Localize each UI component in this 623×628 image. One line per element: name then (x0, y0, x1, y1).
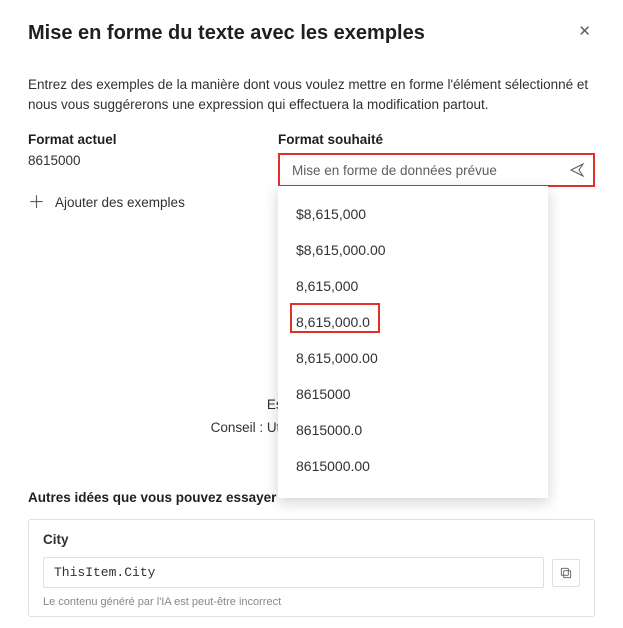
suggestion-item[interactable]: $8,615,000.00 (278, 232, 548, 268)
suggestion-item[interactable]: 8,615,000 (278, 268, 548, 304)
suggestion-item[interactable]: $8,615,000 (278, 196, 548, 232)
suggestion-item[interactable]: 8,615,000.00 (278, 340, 548, 376)
idea-card: City ThisItem.City Le contenu généré par… (28, 519, 595, 617)
plus-icon: ＋ (28, 194, 45, 211)
current-format-column: Format actuel 8615000 ＋ Ajouter des exem… (28, 132, 278, 215)
desired-format-column: Format souhaité $8,615,000 $8,615,000.00… (278, 132, 595, 215)
desired-format-input-wrap (278, 153, 595, 187)
format-columns: Format actuel 8615000 ＋ Ajouter des exem… (28, 132, 595, 215)
ai-disclaimer: Le contenu généré par l'IA est peut-être… (43, 596, 580, 608)
desired-format-label: Format souhaité (278, 132, 595, 147)
idea-card-label: City (43, 532, 580, 547)
desired-format-input[interactable] (290, 162, 569, 179)
send-icon[interactable] (569, 162, 585, 178)
dialog-title: Mise en forme du texte avec les exemples (28, 22, 425, 45)
idea-expression[interactable]: ThisItem.City (43, 557, 544, 588)
add-examples-label: Ajouter des exemples (55, 195, 185, 210)
current-format-label: Format actuel (28, 132, 278, 147)
format-text-dialog: Mise en forme du texte avec les exemples… (0, 0, 623, 215)
other-ideas-section: Autres idées que vous pouvez essayer Cit… (28, 490, 595, 617)
current-format-value: 8615000 (28, 153, 278, 168)
suggestion-item[interactable]: 8615000.00 (278, 448, 548, 484)
dialog-instruction: Entrez des exemples de la manière dont v… (28, 75, 595, 114)
format-suggestions-dropdown: $8,615,000 $8,615,000.00 8,615,000 8,615… (278, 186, 548, 498)
add-examples-button[interactable]: ＋ Ajouter des exemples (28, 190, 278, 215)
dialog-header: Mise en forme du texte avec les exemples… (28, 22, 595, 45)
suggestion-item[interactable]: 8615000.0 (278, 412, 548, 448)
close-icon[interactable]: ✕ (574, 22, 595, 41)
copy-button[interactable] (552, 559, 580, 587)
suggestion-item[interactable]: 8615000 (278, 376, 548, 412)
suggestion-item[interactable]: 8,615,000.0 (278, 304, 548, 340)
idea-code-row: ThisItem.City (43, 557, 580, 588)
